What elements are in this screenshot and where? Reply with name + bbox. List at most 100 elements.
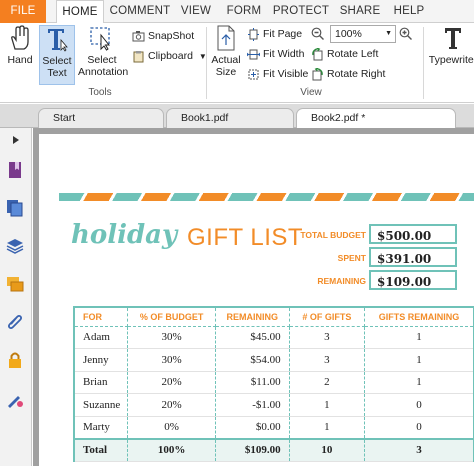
typewriter-icon [445,28,461,49]
menu-tab-file[interactable]: FILE [0,0,46,23]
menu-tab-protect[interactable]: PROTECT [272,0,330,23]
cell-total-remaining: $109.00 [214,437,290,462]
fit-visible-icon [248,69,259,80]
cell-gifts: 2 [288,371,366,394]
title-main: GIFT LIST [187,224,304,251]
tab-book1[interactable]: Book1.pdf [166,108,294,128]
zoom-in-icon [399,27,412,41]
actual-size-button[interactable]: Actual Size [210,25,242,78]
col-header-num-gifts: # OF GIFTS [288,306,366,327]
menu-tab-comment[interactable]: COMMENT [108,0,172,23]
cell-name: Suzanne [73,393,129,417]
zoom-value: 100% [335,28,362,40]
cell-gifts: 3 [288,348,366,372]
budget-label-total: TOTAL BUDGET [300,230,366,240]
cell-total-pct: 100% [127,437,216,462]
typewriter-label: Typewriter [428,54,474,66]
fit-page-icon [248,27,259,41]
budget-label-spent: SPENT [337,253,366,263]
menu-tab-home[interactable]: HOME [56,0,104,24]
cell-gifts-remaining: 1 [364,348,474,372]
clipboard-button[interactable]: Clipboard ▼ [132,47,207,66]
hand-button[interactable]: Hand [4,25,36,66]
table-total-row: Total 100% $109.00 10 3 [73,437,474,462]
text-cursor-icon [48,29,68,52]
cell-pct: 30% [127,326,216,349]
menu-tab-help[interactable]: HELP [390,0,428,23]
table-row: Jenny 30% $54.00 3 1 [73,348,474,372]
fit-visible-label: Fit Visible [263,68,309,80]
zoom-out-button[interactable] [311,25,328,44]
menu-bar: FILE HOME COMMENT VIEW FORM PROTECT SHAR… [0,0,474,24]
bookmark-icon[interactable] [5,160,25,180]
cell-gifts-remaining: 1 [364,326,474,349]
attachment-icon[interactable] [5,312,25,332]
fit-width-button[interactable]: Fit Width [246,45,304,64]
snapshot-button[interactable]: SnapShot [132,27,194,46]
typewriter-button[interactable]: Typewriter [427,25,474,66]
zoom-level-select[interactable]: 100% ▼ [330,25,396,43]
tab-book1-label: Book1.pdf [181,112,229,124]
col-header-remaining: REMAINING [214,306,290,327]
actual-size-label-2: Size [215,66,237,78]
select-annotation-button[interactable]: Select Annotation [78,25,129,78]
decorative-stripe [59,193,474,201]
select-text-label-2: Text [47,67,67,79]
cell-remaining: $0.00 [214,416,290,439]
comments-icon[interactable] [5,274,25,294]
table-row: Adam 30% $45.00 3 1 [73,326,474,349]
zoom-out-icon [311,27,324,41]
clipboard-icon [133,50,144,63]
pages-icon[interactable] [5,198,25,218]
signature-icon[interactable] [5,390,25,410]
select-annotation-label-2: Annotation [78,66,129,78]
menu-tab-share[interactable]: SHARE [338,0,382,23]
zoom-in-button[interactable] [399,25,416,44]
select-text-button[interactable]: Select Text [39,25,75,85]
snapshot-label: SnapShot [148,30,195,42]
cell-gifts-remaining: 0 [364,393,474,417]
table-row: Suzanne 20% -$1.00 1 0 [73,393,474,417]
tab-book2[interactable]: Book2.pdf * [296,108,456,129]
tab-book2-label: Book2.pdf * [311,112,366,124]
cell-name: Jenny [73,348,129,372]
fit-page-button[interactable]: Fit Page [247,25,302,44]
pdf-editor-window: FILE HOME COMMENT VIEW FORM PROTECT SHAR… [0,0,474,466]
table-header-row: FOR % OF BUDGET REMAINING # OF GIFTS GIF… [73,306,474,327]
rotate-left-button[interactable]: Rotate Left [311,45,378,64]
cell-remaining: $11.00 [214,371,290,394]
cell-name: Brian [73,371,129,394]
fit-visible-button[interactable]: Fit Visible [247,65,308,84]
rotate-right-button[interactable]: Rotate Right [311,65,385,84]
rotate-left-icon [312,47,323,61]
cell-pct: 20% [127,371,216,394]
cell-total-gifts-remaining: 3 [364,437,474,462]
pdf-page: holiday GIFT LIST TOTAL BUDGET $500.00 S… [39,134,474,466]
rotate-left-label: Rotate Left [327,48,379,60]
document-viewport[interactable]: holiday GIFT LIST TOTAL BUDGET $500.00 S… [33,128,474,466]
lock-icon[interactable] [5,350,25,370]
menu-tab-view[interactable]: VIEW [176,0,216,23]
title-script: holiday [71,220,178,250]
group-label-tools: Tools [88,87,112,98]
cell-name: Marty [73,416,129,439]
cell-pct: 0% [127,416,216,439]
col-header-gifts-remaining: GIFTS REMAINING [364,306,474,327]
hand-label: Hand [7,54,33,66]
menu-tab-form[interactable]: FORM [224,0,264,23]
cell-gifts-remaining: 0 [364,416,474,439]
layers-icon[interactable] [5,236,25,256]
select-annotation-label-1: Select [87,54,117,66]
gift-table: FOR % OF BUDGET REMAINING # OF GIFTS GIF… [73,306,474,462]
clipboard-label: Clipboard [148,50,193,62]
cell-gifts-remaining: 1 [364,371,474,394]
collapse-arrow-icon[interactable] [12,136,20,144]
cell-gifts: 1 [288,393,366,417]
cell-name: Adam [73,326,129,349]
cell-remaining: -$1.00 [214,393,290,417]
rotate-right-icon [312,67,323,81]
cell-pct: 30% [127,348,216,372]
budget-value-spent: $391.00 [369,247,457,267]
document-tab-bar: Start Book1.pdf Book2.pdf * [0,104,474,129]
tab-start[interactable]: Start [38,108,164,128]
